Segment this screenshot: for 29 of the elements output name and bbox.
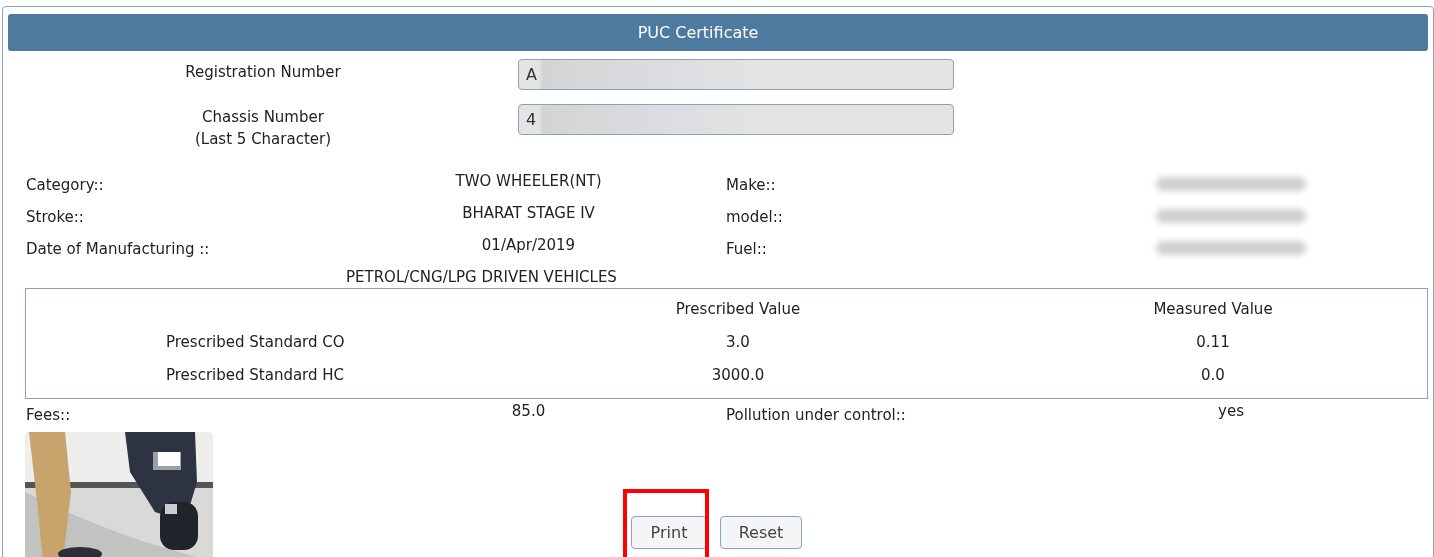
- detail-value: BHARAT STAGE IV: [461, 203, 596, 224]
- detail-label: Category::: [26, 175, 105, 196]
- puc-label: Pollution under control::: [726, 405, 907, 426]
- panel-title: PUC Certificate: [8, 14, 1428, 51]
- input-field[interactable]: 4: [518, 104, 954, 135]
- reset-button[interactable]: Reset: [720, 516, 802, 549]
- table-cell-text: 3.0: [725, 332, 751, 353]
- column-header: Measured Value: [1152, 299, 1274, 320]
- detail-label: Make::: [726, 175, 777, 196]
- table-cell-text: 0.11: [1195, 332, 1231, 353]
- detail-label: model::: [726, 207, 784, 228]
- fees-label: Fees::: [26, 405, 72, 426]
- detail-value: 01/Apr/2019: [480, 235, 577, 256]
- table-cell-text: 3000.0: [710, 365, 766, 386]
- field-label: Registration Number: [184, 62, 342, 83]
- column-header: Prescribed Value: [674, 299, 802, 320]
- puc-value: yes: [1217, 401, 1245, 422]
- table-caption: PETROL/CNG/LPG DRIVEN VEHICLES: [345, 267, 618, 288]
- row-label: Prescribed Standard CO: [165, 332, 346, 353]
- detail-value: TWO WHEELER(NT): [454, 171, 603, 192]
- detail-label: Stroke::: [26, 207, 85, 228]
- detail-label: Date of Manufacturing ::: [26, 239, 211, 260]
- fees-value: 85.0: [510, 401, 547, 422]
- input-field[interactable]: A: [518, 59, 954, 90]
- field-label: Chassis Number (Last 5 Character): [193, 107, 333, 150]
- print-button[interactable]: Print: [631, 516, 707, 549]
- table-cell-text: 0.0: [1200, 365, 1226, 386]
- row-label: Prescribed Standard HC: [165, 365, 346, 386]
- detail-label: Fuel::: [726, 239, 768, 260]
